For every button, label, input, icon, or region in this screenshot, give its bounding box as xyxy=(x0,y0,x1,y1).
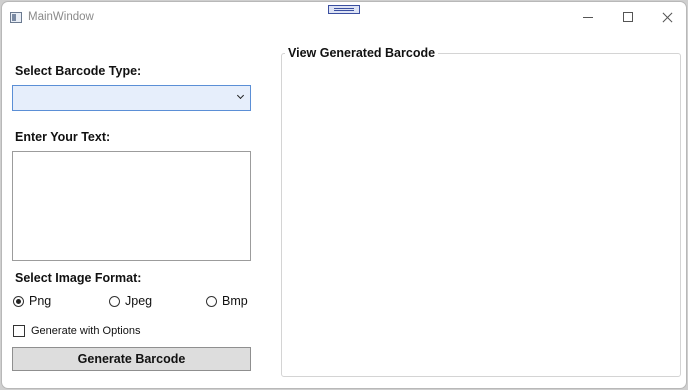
minimize-icon[interactable] xyxy=(568,6,608,28)
format-radio-label: Jpeg xyxy=(125,294,153,308)
radio-checked-icon[interactable] xyxy=(13,295,24,307)
chevron-down-icon[interactable] xyxy=(236,91,245,100)
checkbox-icon[interactable] xyxy=(13,324,25,337)
barcode-type-select[interactable] xyxy=(12,85,251,111)
generate-barcode-button[interactable]: Generate Barcode xyxy=(12,347,251,371)
window-title: MainWindow xyxy=(28,11,94,23)
barcode-preview-group xyxy=(281,53,681,377)
app-window-icon xyxy=(10,12,22,23)
close-icon[interactable] xyxy=(648,6,686,28)
barcode-type-label: Select Barcode Type: xyxy=(15,64,142,78)
maximize-icon[interactable] xyxy=(608,6,648,28)
format-radio-png[interactable]: Png xyxy=(13,293,51,309)
drag-grip-icon[interactable] xyxy=(328,5,360,14)
image-format-label: Select Image Format: xyxy=(15,271,142,285)
format-radio-bmp[interactable]: Bmp xyxy=(206,293,248,309)
radio-unchecked-icon[interactable] xyxy=(109,295,120,307)
title-bar[interactable]: MainWindow xyxy=(2,2,686,32)
radio-unchecked-icon[interactable] xyxy=(206,295,217,307)
text-input-label: Enter Your Text: xyxy=(15,130,111,144)
format-radio-label: Bmp xyxy=(222,294,248,308)
format-radio-label: Png xyxy=(29,294,52,308)
format-radio-jpeg[interactable]: Jpeg xyxy=(109,293,152,309)
options-checkbox-label: Generate with Options xyxy=(31,324,141,337)
barcode-text-input[interactable] xyxy=(12,151,251,261)
main-window: MainWindow Select Barcode Type: Enter Yo… xyxy=(1,1,687,389)
barcode-preview-title: View Generated Barcode xyxy=(285,46,439,60)
options-checkbox[interactable]: Generate with Options xyxy=(13,323,140,338)
